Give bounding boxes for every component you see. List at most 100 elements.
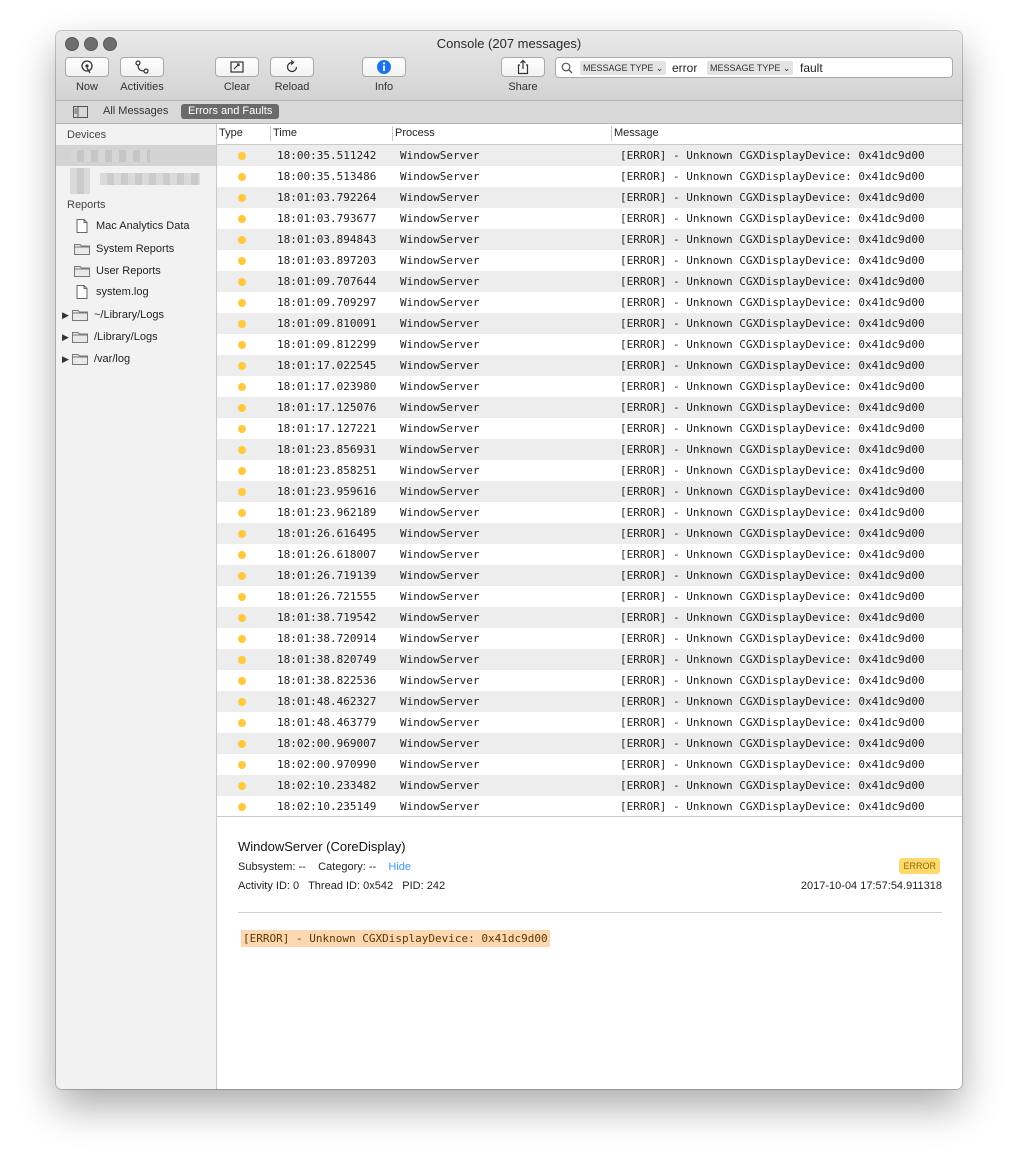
row-time: 18:01:26.719139: [277, 569, 377, 582]
column-divider[interactable]: [392, 126, 393, 141]
reload-button[interactable]: [270, 57, 314, 77]
error-type-dot-icon: [238, 719, 246, 727]
activities-button[interactable]: [120, 57, 164, 77]
row-time: 18:01:03.793677: [277, 212, 377, 225]
search-field[interactable]: MESSAGE TYPE ⌄ error MESSAGE TYPE ⌄ faul…: [555, 57, 953, 78]
search-token-type-label: MESSAGE TYPE: [583, 63, 654, 73]
error-type-dot-icon: [238, 173, 246, 181]
table-row[interactable]: 18:01:09.707644 WindowServer [ERROR] - Unk…: [217, 271, 962, 292]
table-row[interactable]: 18:01:26.618007 WindowServer [ERROR] - Unk…: [217, 544, 962, 565]
row-process: WindowServer: [400, 485, 480, 498]
table-body: 18:00:35.511242 WindowServer [ERROR] - Unk…: [217, 145, 962, 815]
table-row[interactable]: 18:01:09.812299 WindowServer [ERROR] - Unk…: [217, 334, 962, 355]
table-row[interactable]: 18:01:38.822536 WindowServer [ERROR] - Unk…: [217, 670, 962, 691]
device-row-selected[interactable]: [56, 145, 216, 166]
table-row[interactable]: 18:01:38.820749 WindowServer [ERROR] - Unk…: [217, 649, 962, 670]
row-message: [ERROR] - Unknown CGXDisplayDevice: 0x41…: [620, 254, 925, 267]
table-row[interactable]: 18:01:03.793677 WindowServer [ERROR] - Unk…: [217, 208, 962, 229]
search-token-value[interactable]: fault: [800, 60, 823, 76]
search-token-value[interactable]: error: [672, 60, 697, 76]
table-row[interactable]: 18:01:17.022545 WindowServer [ERROR] - Unk…: [217, 355, 962, 376]
device-row[interactable]: [56, 167, 216, 194]
error-type-dot-icon: [238, 341, 246, 349]
document-icon: [74, 285, 90, 299]
now-button[interactable]: [65, 57, 109, 77]
disclosure-triangle-icon[interactable]: ▶: [62, 310, 70, 321]
table-row[interactable]: 18:01:17.023980 WindowServer [ERROR] - Unk…: [217, 376, 962, 397]
table-row[interactable]: 18:01:03.897203 WindowServer [ERROR] - Unk…: [217, 250, 962, 271]
filter-errors-and-faults[interactable]: Errors and Faults: [181, 104, 280, 119]
column-header-process[interactable]: Process: [395, 127, 435, 139]
disclosure-triangle-icon[interactable]: ▶: [62, 332, 70, 343]
table-row[interactable]: 18:02:00.969007 WindowServer [ERROR] - Unk…: [217, 733, 962, 754]
column-header-type[interactable]: Type: [219, 127, 243, 139]
table-row[interactable]: 18:01:09.709297 WindowServer [ERROR] - Unk…: [217, 292, 962, 313]
table-row[interactable]: 18:02:10.235149 WindowServer [ERROR] - Unk…: [217, 796, 962, 815]
table-row[interactable]: 18:00:35.511242 WindowServer [ERROR] - Unk…: [217, 145, 962, 166]
table-row[interactable]: 18:01:38.719542 WindowServer [ERROR] - Unk…: [217, 607, 962, 628]
table-row[interactable]: 18:01:26.616495 WindowServer [ERROR] - Unk…: [217, 523, 962, 544]
sidebar-item-system-reports[interactable]: System Reports: [74, 240, 174, 258]
row-time: 18:01:23.858251: [277, 464, 377, 477]
column-divider[interactable]: [270, 126, 271, 141]
table-row[interactable]: 18:01:26.721555 WindowServer [ERROR] - Unk…: [217, 586, 962, 607]
column-divider[interactable]: [611, 126, 612, 141]
info-button[interactable]: [362, 57, 406, 77]
row-process: WindowServer: [400, 317, 480, 330]
disclosure-triangle-icon[interactable]: ▶: [62, 354, 70, 365]
row-message: [ERROR] - Unknown CGXDisplayDevice: 0x41…: [620, 464, 925, 477]
table-row[interactable]: 18:01:26.719139 WindowServer [ERROR] - Unk…: [217, 565, 962, 586]
sidebar-item-user-reports[interactable]: User Reports: [74, 262, 161, 280]
activities-icon: [135, 60, 149, 74]
filter-all-messages[interactable]: All Messages: [96, 104, 175, 119]
search-token-type[interactable]: MESSAGE TYPE ⌄: [707, 61, 794, 75]
row-process: WindowServer: [400, 401, 480, 414]
row-message: [ERROR] - Unknown CGXDisplayDevice: 0x41…: [620, 653, 925, 666]
message-detail-pane: WindowServer (CoreDisplay) Subsystem: --…: [217, 816, 962, 1089]
error-type-dot-icon: [238, 299, 246, 307]
row-time: 18:01:26.721555: [277, 590, 377, 603]
sidebar-item-mac-analytics-data[interactable]: Mac Analytics Data: [74, 217, 190, 235]
clear-button[interactable]: [215, 57, 259, 77]
row-message: [ERROR] - Unknown CGXDisplayDevice: 0x41…: [620, 443, 925, 456]
sidebar-item-library-logs[interactable]: ▶ /Library/Logs: [62, 328, 158, 346]
row-process: WindowServer: [400, 149, 480, 162]
detail-divider: [238, 912, 942, 913]
table-row[interactable]: 18:02:10.233482 WindowServer [ERROR] - Unk…: [217, 775, 962, 796]
detail-message[interactable]: [ERROR] - Unknown CGXDisplayDevice: 0x41…: [241, 930, 550, 947]
table-row[interactable]: 18:00:35.513486 WindowServer [ERROR] - Unk…: [217, 166, 962, 187]
row-process: WindowServer: [400, 212, 480, 225]
row-message: [ERROR] - Unknown CGXDisplayDevice: 0x41…: [620, 506, 925, 519]
column-header-message[interactable]: Message: [614, 127, 659, 139]
table-row[interactable]: 18:01:23.959616 WindowServer [ERROR] - Unk…: [217, 481, 962, 502]
hide-link[interactable]: Hide: [388, 861, 411, 873]
table-row[interactable]: 18:01:23.962189 WindowServer [ERROR] - Unk…: [217, 502, 962, 523]
error-type-dot-icon: [238, 404, 246, 412]
table-row[interactable]: 18:01:09.810091 WindowServer [ERROR] - Unk…: [217, 313, 962, 334]
devices-header: Devices: [67, 129, 107, 141]
sidebar-item-system-log[interactable]: system.log: [74, 283, 149, 301]
search-token-type[interactable]: MESSAGE TYPE ⌄: [580, 61, 667, 75]
table-row[interactable]: 18:01:03.894843 WindowServer [ERROR] - Unk…: [217, 229, 962, 250]
table-row[interactable]: 18:01:17.125076 WindowServer [ERROR] - Unk…: [217, 397, 962, 418]
table-row[interactable]: 18:02:00.970990 WindowServer [ERROR] - Unk…: [217, 754, 962, 775]
row-message: [ERROR] - Unknown CGXDisplayDevice: 0x41…: [620, 569, 925, 582]
table-row[interactable]: 18:01:23.858251 WindowServer [ERROR] - Unk…: [217, 460, 962, 481]
table-row[interactable]: 18:01:48.462327 WindowServer [ERROR] - Unk…: [217, 691, 962, 712]
detail-activity-line: Activity ID: 0 Thread ID: 0x542 PID: 242: [238, 880, 446, 892]
column-header-time[interactable]: Time: [273, 127, 297, 139]
error-type-dot-icon: [238, 278, 246, 286]
table-row[interactable]: 18:01:03.792264 WindowServer [ERROR] - Unk…: [217, 187, 962, 208]
row-message: [ERROR] - Unknown CGXDisplayDevice: 0x41…: [620, 275, 925, 288]
table-row[interactable]: 18:01:38.720914 WindowServer [ERROR] - Unk…: [217, 628, 962, 649]
row-time: 18:01:26.618007: [277, 548, 377, 561]
table-row[interactable]: 18:01:17.127221 WindowServer [ERROR] - Unk…: [217, 418, 962, 439]
row-message: [ERROR] - Unknown CGXDisplayDevice: 0x41…: [620, 380, 925, 393]
sidebar-toggle-icon[interactable]: [73, 106, 88, 118]
error-type-dot-icon: [238, 320, 246, 328]
sidebar-item-user-library-logs[interactable]: ▶ ~/Library/Logs: [62, 306, 164, 324]
share-button[interactable]: [501, 57, 545, 77]
table-row[interactable]: 18:01:23.856931 WindowServer [ERROR] - Unk…: [217, 439, 962, 460]
table-row[interactable]: 18:01:48.463779 WindowServer [ERROR] - Unk…: [217, 712, 962, 733]
sidebar-item-var-log[interactable]: ▶ /var/log: [62, 350, 130, 368]
